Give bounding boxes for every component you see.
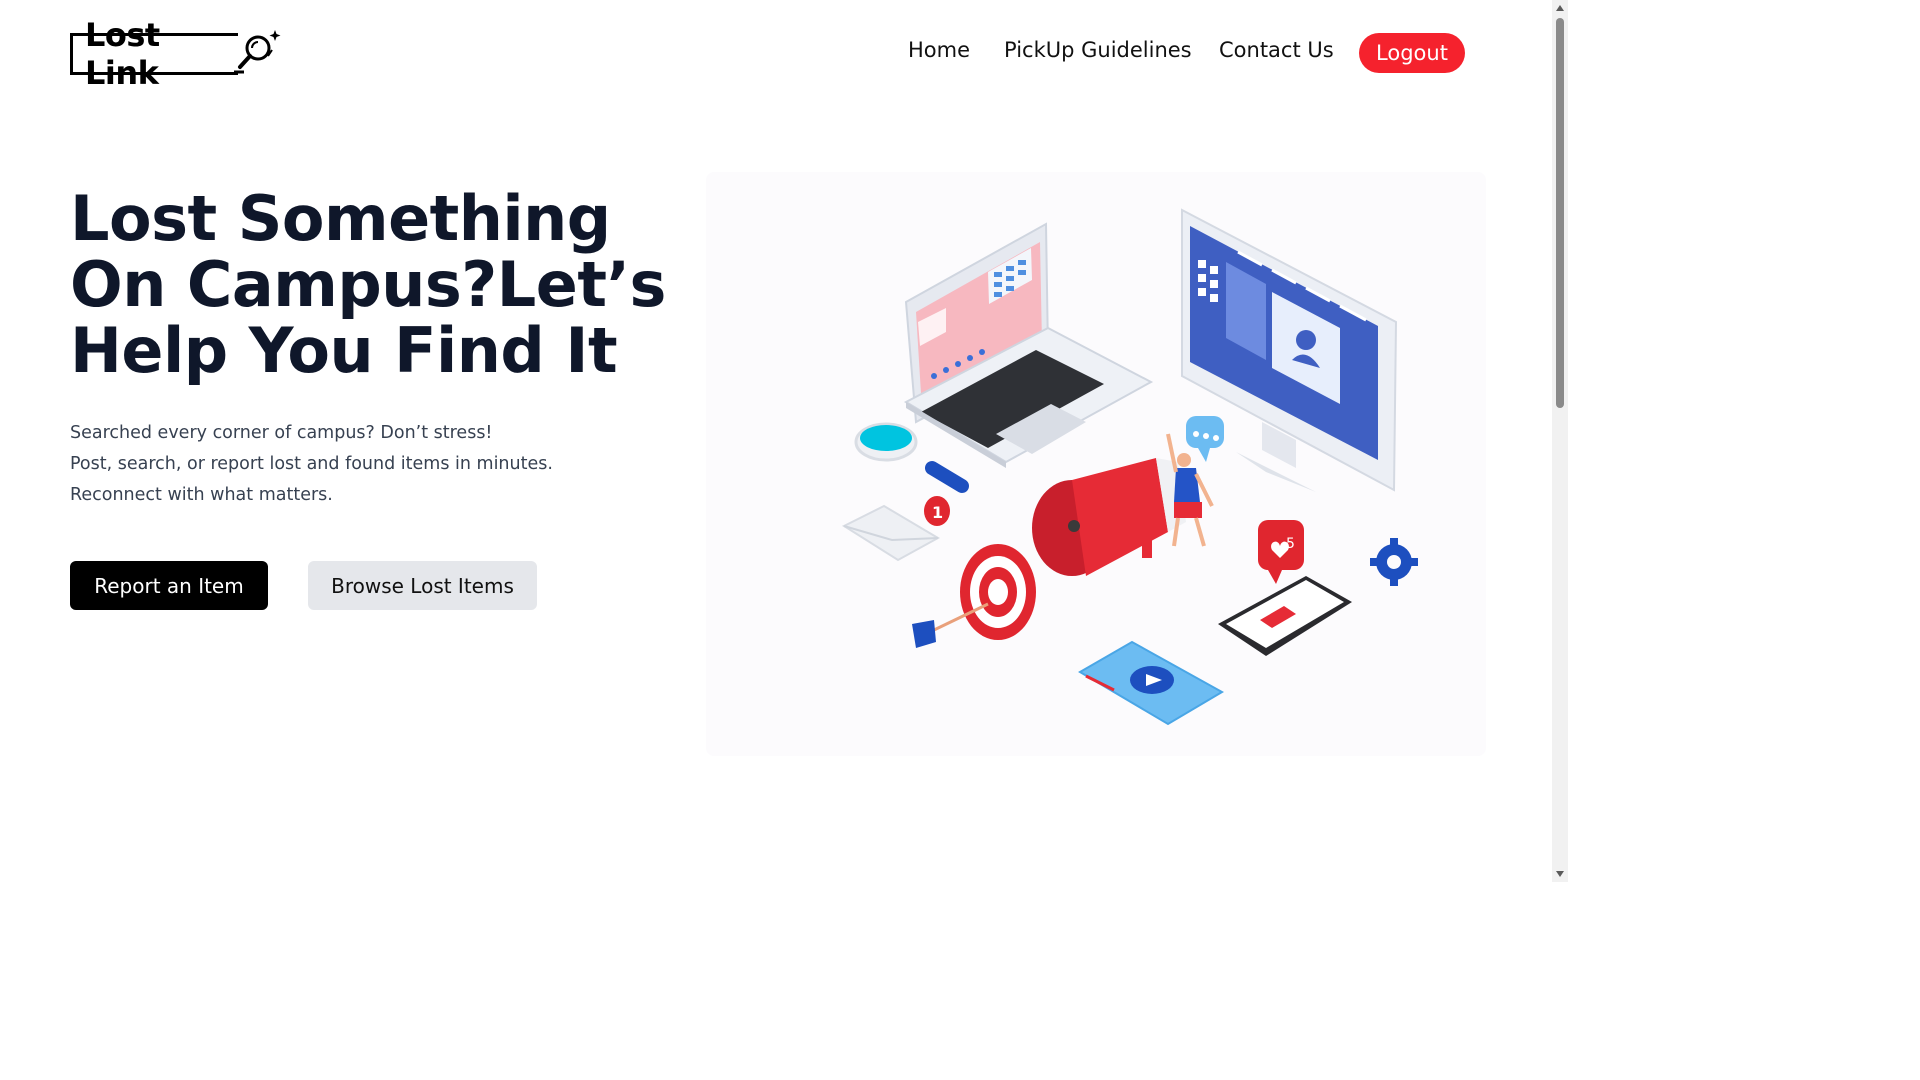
scroll-up-icon[interactable] (1556, 5, 1564, 11)
nav-contact-us-link[interactable]: Contact Us (1219, 34, 1334, 66)
megaphone-illustration (1032, 458, 1186, 576)
notification-badge-illustration: 1 (924, 496, 950, 526)
hero-description: Searched every corner of campus? Don’t s… (70, 418, 630, 511)
likes-count: 5 (1286, 536, 1295, 552)
browse-lost-items-button[interactable]: Browse Lost Items (308, 561, 537, 610)
magnifier-sparkle-icon (234, 28, 284, 81)
chat-bubble-illustration (1186, 416, 1224, 462)
like-badge-illustration: 5 (1258, 520, 1304, 584)
hero-illustration: 1 5 (706, 172, 1486, 756)
isometric-marketing-illustration: 1 5 (841, 208, 1418, 726)
target-illustration (912, 544, 1036, 648)
hero-description-line: Post, search, or report lost and found i… (70, 454, 553, 474)
brand-logo[interactable]: Lost Link (70, 16, 284, 92)
scrollbar-thumb[interactable] (1556, 18, 1564, 408)
envelope-illustration (841, 504, 941, 562)
hero-description-line: Reconnect with what matters. (70, 485, 333, 505)
brand-name: Lost Link (70, 16, 238, 92)
nav-pickup-guidelines-link[interactable]: PickUp Guidelines (1004, 34, 1192, 66)
laptop-illustration (903, 222, 1154, 468)
report-item-button[interactable]: Report an Item (70, 561, 268, 610)
notification-count: 1 (932, 503, 943, 522)
hero-title: Lost Something On Campus?Let’s Help You … (70, 182, 666, 387)
video-card-illustration (1078, 640, 1225, 726)
scroll-down-icon[interactable] (1556, 871, 1564, 877)
smartphone-illustration (1218, 576, 1352, 656)
gear-illustration (1370, 538, 1418, 586)
magnifier-illustration (854, 422, 969, 493)
hero-description-line: Searched every corner of campus? Don’t s… (70, 423, 493, 443)
logout-button[interactable]: Logout (1359, 33, 1465, 73)
nav-home-link[interactable]: Home (908, 34, 970, 66)
desktop-monitor-illustration (1181, 208, 1398, 492)
page-scrollbar[interactable] (1552, 0, 1568, 882)
